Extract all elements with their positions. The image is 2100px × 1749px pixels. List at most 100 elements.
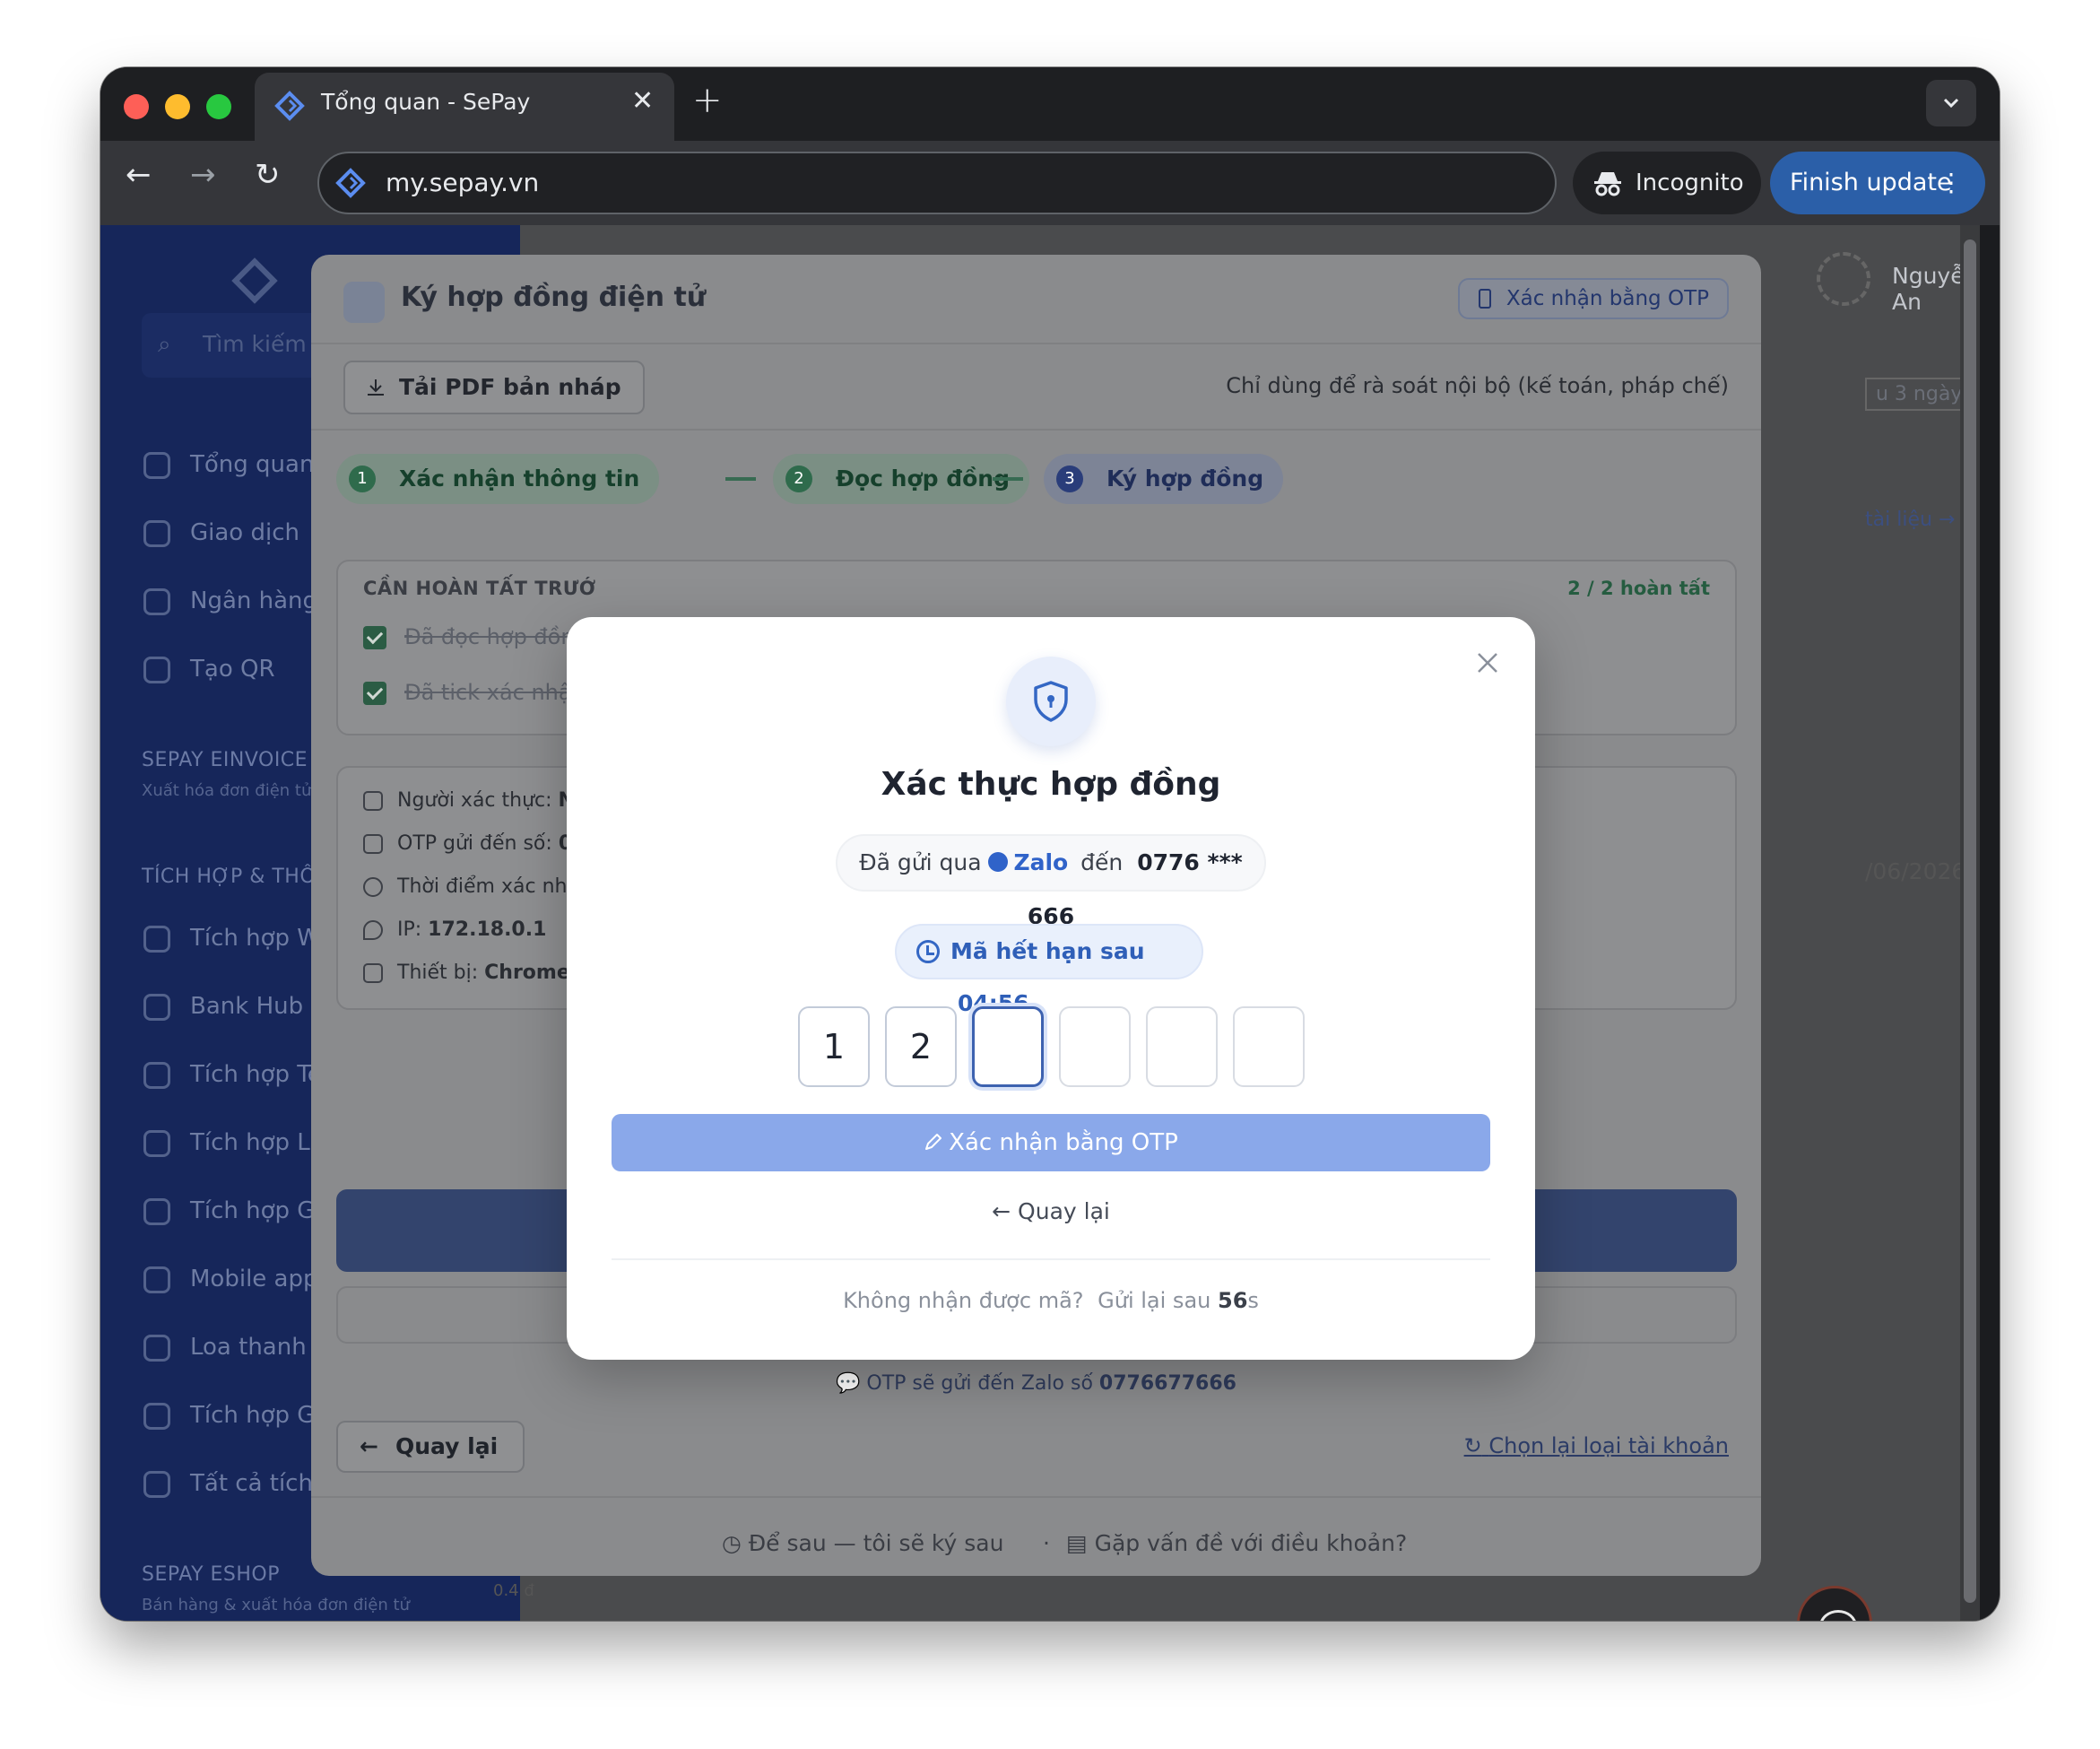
info-label: Thời điểm xác nhậ <box>397 875 579 898</box>
contract-toolbar: Tải PDF bản nháp Chỉ dùng để rà soát nội… <box>311 344 1761 431</box>
expiry-label: Mã hết hạn sau <box>950 938 1145 964</box>
incognito-icon <box>1594 172 1621 196</box>
page-scrollbar[interactable] <box>1960 225 1980 1621</box>
sidebar-item-overview[interactable]: Tổng quan <box>143 451 314 479</box>
info-ip: IP: 172.18.0.1 <box>363 918 546 941</box>
sidebar-item-integration[interactable]: Loa thanh t <box>143 1334 323 1362</box>
sidebar-item-label: Tích hợp Te <box>190 1061 322 1088</box>
sidebar-item-label: Tất cả tích <box>190 1470 313 1497</box>
tab-tong-quan[interactable]: Tổng quan - SePay ✕ <box>255 73 674 141</box>
monitor-icon <box>363 963 383 983</box>
info-label: IP: <box>397 918 422 941</box>
step-label: Đọc hợp đồng <box>836 466 1010 492</box>
contract-header: Ký hợp đồng điện tử Xác nhận bằng OTP <box>311 255 1761 344</box>
sidebar-item-banks[interactable]: Ngân hàng <box>143 587 317 615</box>
finish-update-label: Finish update <box>1790 169 1952 196</box>
url-text: my.sepay.vn <box>386 168 540 197</box>
mobile-icon <box>143 1266 170 1293</box>
forward-arrow-icon[interactable]: → <box>190 157 216 193</box>
zoom-window-button[interactable] <box>206 94 231 119</box>
sidebar-item-integration[interactable]: Bank Hub <box>143 993 303 1021</box>
avatar[interactable] <box>1817 252 1870 306</box>
sidebar-item-label: Tích hợp Gc <box>190 1197 328 1224</box>
step-2[interactable]: 2 Đọc hợp đồng <box>773 454 1029 504</box>
otp-digit-4[interactable] <box>1059 1006 1131 1087</box>
otp-channel: Zalo <box>1013 849 1069 875</box>
new-tab-button[interactable]: + <box>692 80 723 121</box>
address-bar[interactable]: my.sepay.vn <box>317 152 1557 214</box>
trial-banner-text: u 3 ngày <box>1865 378 1974 411</box>
info-label: Thiết bị: <box>397 962 479 984</box>
shield-icon <box>1034 681 1068 722</box>
otp-digit-5[interactable] <box>1146 1006 1218 1087</box>
otp-digit-3[interactable] <box>972 1006 1044 1087</box>
checklist-item[interactable]: Đã tick xác nhậ <box>363 680 572 705</box>
checkbox-checked[interactable] <box>363 682 386 705</box>
sidebar-item-integration[interactable]: Tích hợp Lc <box>143 1129 323 1157</box>
contract-title: Ký hợp đồng điện tử <box>401 282 707 313</box>
resend-prefix: Gửi lại sau <box>1098 1288 1211 1313</box>
sidebar-item-transactions[interactable]: Giao dịch <box>143 519 299 547</box>
sidebar-section-eshop: SEPAY ESHOP <box>142 1563 280 1586</box>
lightning-icon <box>143 925 170 953</box>
close-icon[interactable] <box>1476 651 1499 674</box>
close-window-button[interactable] <box>124 94 149 119</box>
step-connector <box>993 477 1023 481</box>
download-pdf-button[interactable]: Tải PDF bản nháp <box>343 361 645 414</box>
otp-digit-2[interactable]: 2 <box>885 1006 957 1087</box>
checkbox-checked[interactable] <box>363 626 386 649</box>
step-number: 2 <box>785 466 812 492</box>
minimize-window-button[interactable] <box>165 94 190 119</box>
step-1[interactable]: 1 Xác nhận thông tin <box>336 454 660 504</box>
dashboard-icon <box>143 451 170 479</box>
plus-circle-icon <box>143 1470 170 1498</box>
sidebar-item-integration[interactable]: Tích hợp W <box>143 925 320 953</box>
sidebar-item-integration[interactable]: Tất cả tích <box>143 1470 313 1498</box>
site-info-icon[interactable] <box>335 168 366 198</box>
sidebar-item-integration[interactable]: Tích hợp Te <box>143 1061 322 1089</box>
checklist-item-label: Đã đọc hợp đồn <box>404 624 575 649</box>
info-time: Thời điểm xác nhậ <box>363 875 579 898</box>
sidebar-item-label: Loa thanh t <box>190 1334 324 1361</box>
otp-back-link[interactable]: ← Quay lại <box>567 1198 1535 1224</box>
sidebar-item-integration[interactable]: Tích hợp G <box>143 1402 315 1430</box>
reload-icon[interactable]: ↻ <box>255 157 281 193</box>
otp-back-label: Quay lại <box>1018 1198 1110 1224</box>
sidebar-item-integration[interactable]: Tích hợp Gc <box>143 1197 328 1225</box>
resend-info: Không nhận được mã? Gửi lại sau 56s <box>567 1288 1535 1313</box>
sidebar-section-einvoice: SEPAY EINVOICE <box>142 749 308 771</box>
finish-update-button[interactable]: Finish update ⋮ <box>1770 152 1985 214</box>
location-icon <box>363 920 383 940</box>
otp-digit-1[interactable]: 1 <box>798 1006 870 1087</box>
otp-sent-info: Đã gửi qua Zalo đến 0776 *** 666 <box>836 834 1266 929</box>
bank-icon <box>143 993 170 1021</box>
sidebar-item-create-qr[interactable]: Tạo QR <box>143 656 275 683</box>
sidebar-item-integration[interactable]: Mobile app <box>143 1266 318 1293</box>
tab-search-button[interactable] <box>1926 80 1976 126</box>
sent-prefix: Đã gửi qua <box>859 849 982 875</box>
step-label: Ký hợp đồng <box>1106 466 1264 492</box>
step-number: 1 <box>349 466 376 492</box>
tab-strip: Tổng quan - SePay ✕ + <box>100 67 2000 141</box>
back-arrow-icon[interactable]: ← <box>126 157 152 193</box>
more-vert-icon[interactable]: ⋮ <box>1939 152 1964 214</box>
date-value[interactable]: /06/2026 <box>1865 858 1965 884</box>
otp-digit-6[interactable] <box>1233 1006 1305 1087</box>
send-icon <box>143 1129 170 1157</box>
doc-link[interactable]: tài liệu → <box>1865 509 1955 531</box>
confirm-otp-button[interactable]: Xác nhận bằng OTP <box>612 1114 1490 1171</box>
incognito-label: Incognito <box>1636 170 1744 196</box>
info-value: 172.18.0.1 <box>428 918 547 941</box>
otp-method-badge: Xác nhận bằng OTP <box>1457 278 1729 319</box>
scroll-thumb[interactable] <box>1964 239 1976 1603</box>
confirm-otp-label: Xác nhận bằng OTP <box>949 1129 1178 1156</box>
back-arrow-icon: ← <box>992 1198 1011 1224</box>
internal-note: Chỉ dùng để rà soát nội bộ (kế toán, phá… <box>1226 373 1729 398</box>
document-icon <box>143 1197 170 1225</box>
tab-close-icon[interactable]: ✕ <box>631 85 654 117</box>
chart-tick-label: 0.4 đ <box>493 1581 534 1600</box>
step-3[interactable]: 3 Ký hợp đồng <box>1044 454 1284 504</box>
browser-window: Tổng quan - SePay ✕ + ← → ↻ my.sepay.vn … <box>100 67 2000 1621</box>
checklist-item[interactable]: Đã đọc hợp đồn <box>363 624 575 649</box>
incognito-indicator[interactable]: Incognito <box>1573 152 1761 214</box>
